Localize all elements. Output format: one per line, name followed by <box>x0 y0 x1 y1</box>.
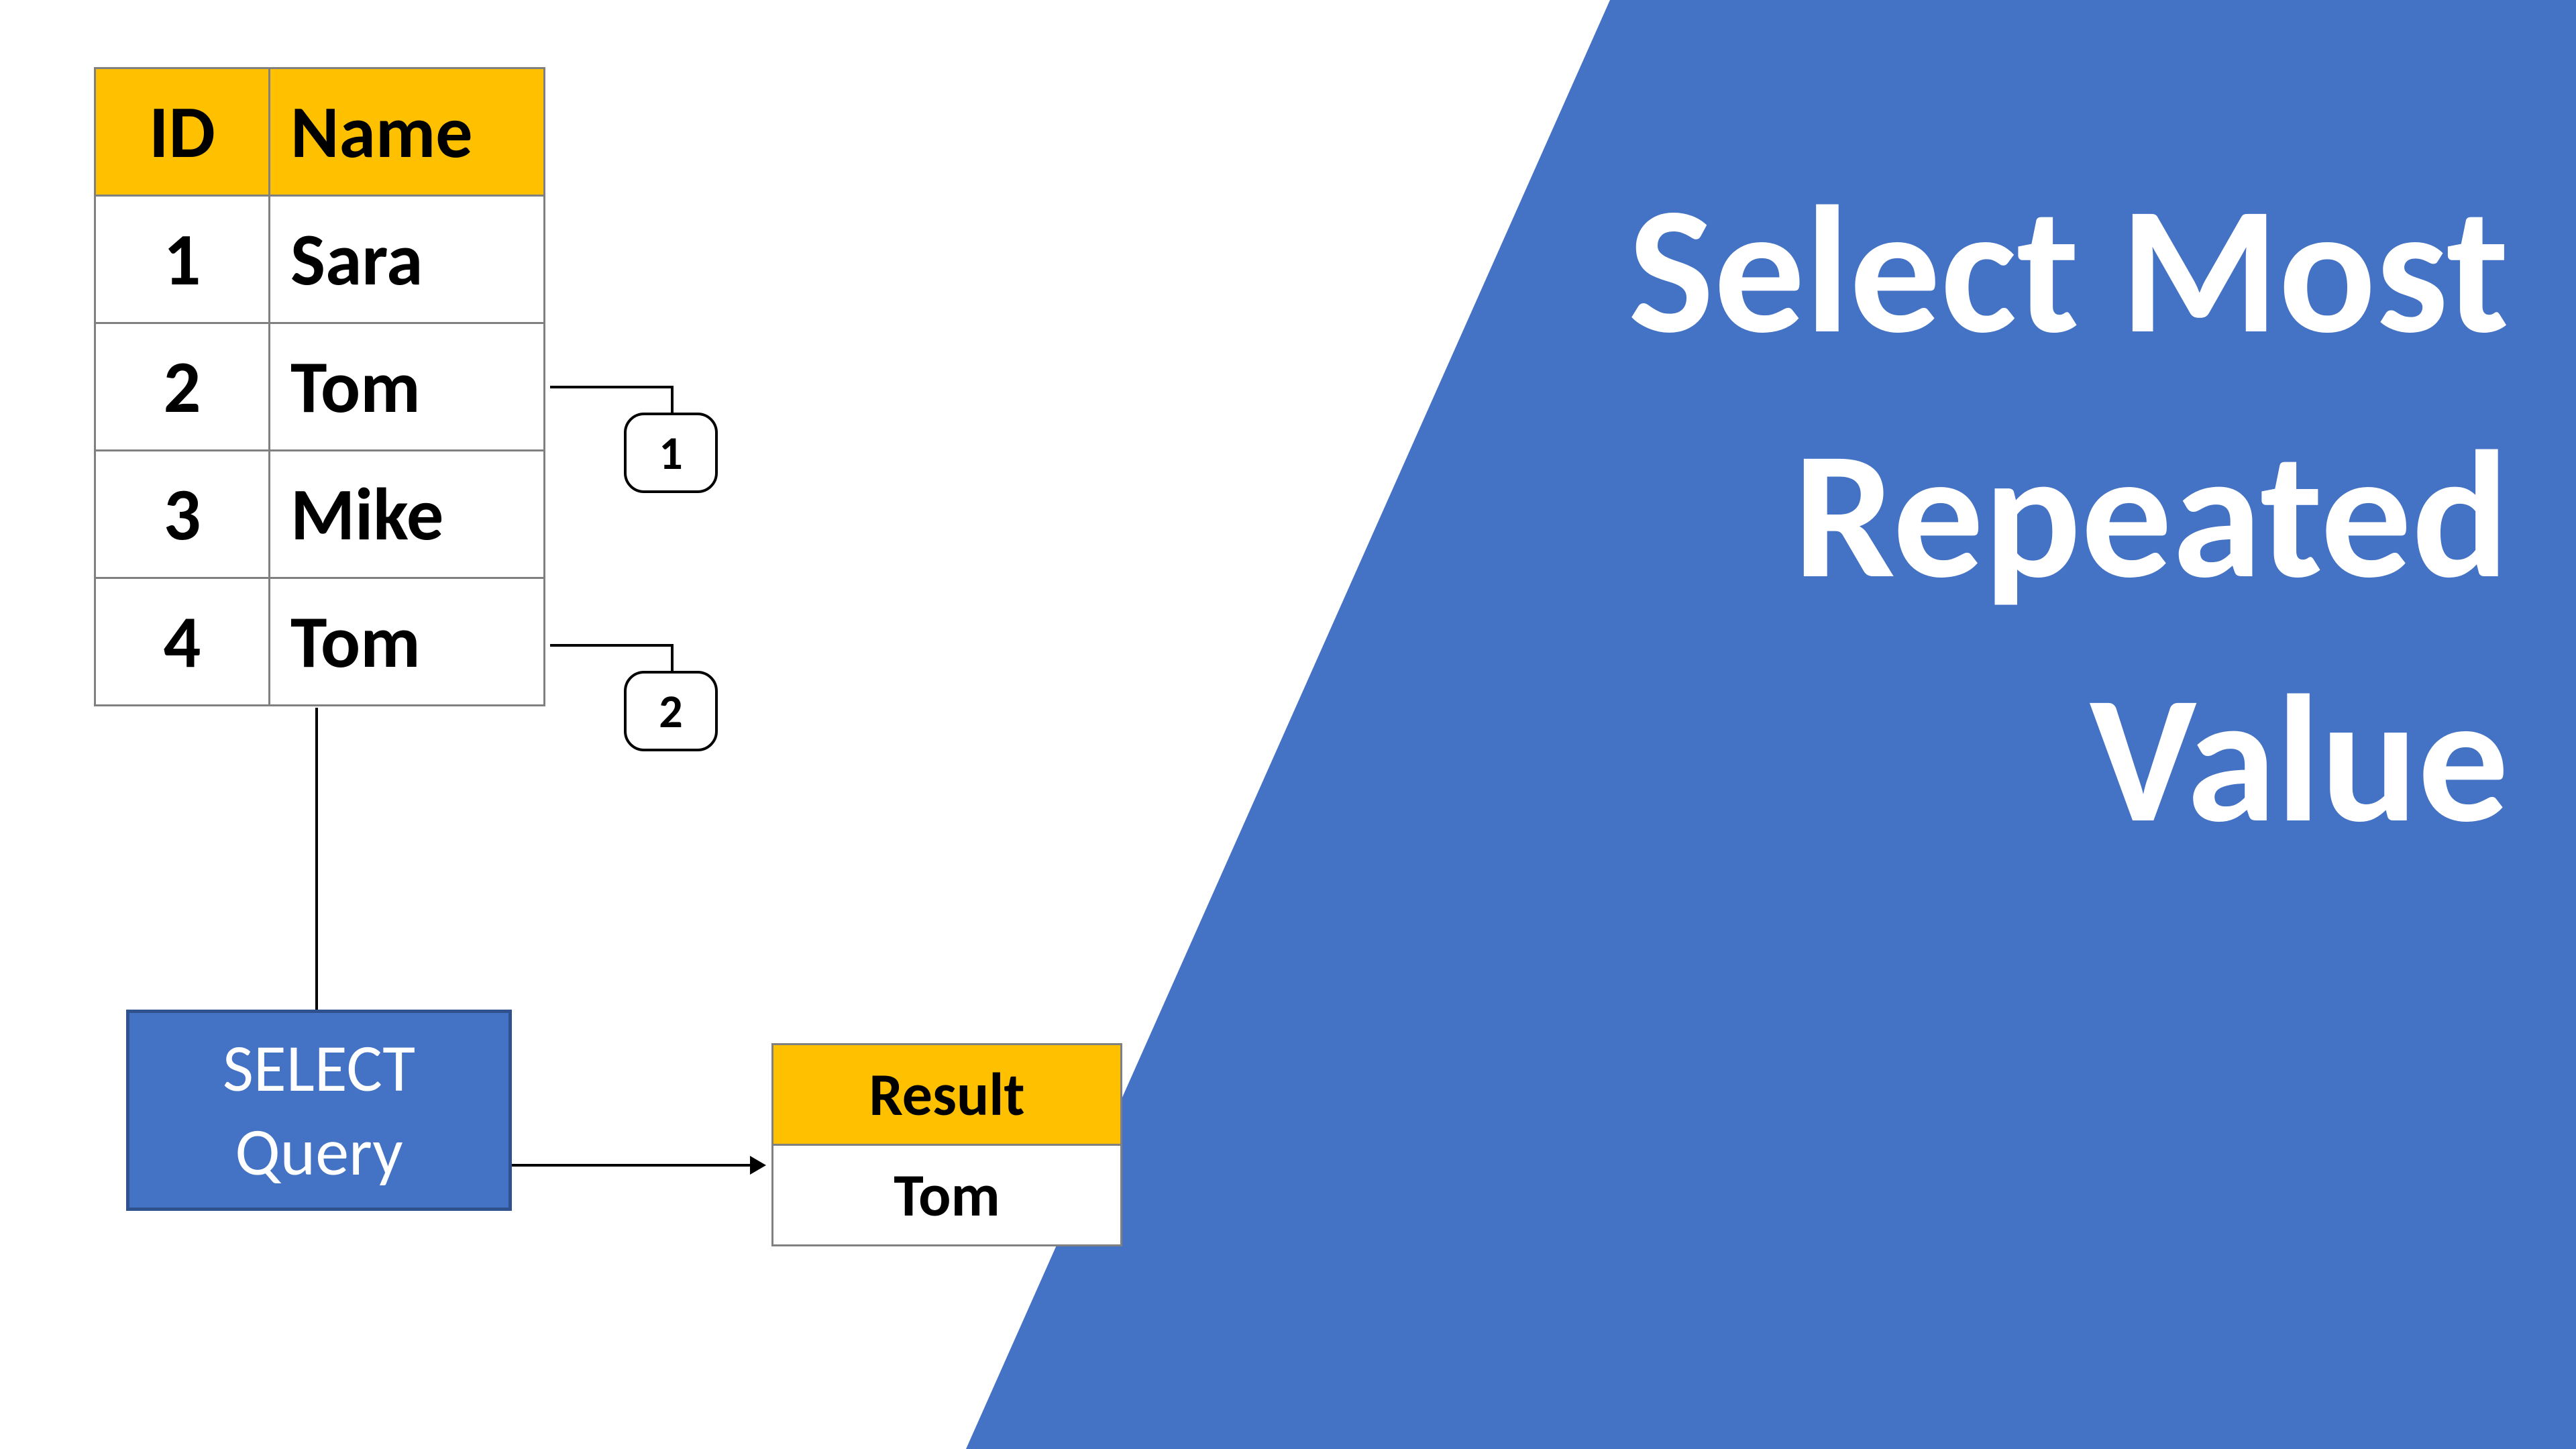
table-row: 2 Tom <box>95 323 545 451</box>
count-badge-1-value: 1 <box>659 424 682 482</box>
cell-id: 2 <box>95 323 270 451</box>
table-header-row: ID Name <box>95 68 545 196</box>
cell-id: 4 <box>95 578 270 706</box>
header-id: ID <box>95 68 270 196</box>
result-table: Result Tom <box>771 1043 1122 1246</box>
badge-2-connector-vertical <box>671 644 674 671</box>
cell-name: Mike <box>270 451 545 578</box>
cell-id: 1 <box>95 196 270 323</box>
badge-2-connector-horizontal <box>550 644 671 647</box>
input-data-table: ID Name 1 Sara 2 Tom 3 Mike 4 Tom <box>94 67 545 706</box>
cell-name: Sara <box>270 196 545 323</box>
cell-id: 3 <box>95 451 270 578</box>
query-to-result-arrowhead <box>750 1156 766 1175</box>
header-name: Name <box>270 68 545 196</box>
table-row: 3 Mike <box>95 451 545 578</box>
title-line-1: Select Most <box>1628 148 2509 392</box>
table-row: 1 Sara <box>95 196 545 323</box>
table-to-query-connector <box>315 708 318 1010</box>
result-header: Result <box>773 1044 1122 1145</box>
title-line-3: Value <box>1628 637 2509 881</box>
count-badge-1: 1 <box>624 413 718 493</box>
slide-title: Select Most Repeated Value <box>1628 148 2509 881</box>
result-header-row: Result <box>773 1044 1122 1145</box>
title-line-2: Repeated <box>1628 392 2509 637</box>
cell-name: Tom <box>270 323 545 451</box>
result-value: Tom <box>773 1145 1122 1246</box>
table-row: 4 Tom <box>95 578 545 706</box>
badge-1-connector-horizontal <box>550 386 671 388</box>
select-query-box: SELECT Query <box>126 1010 512 1211</box>
query-line-2: Query <box>235 1110 402 1194</box>
badge-1-connector-vertical <box>671 386 674 413</box>
count-badge-2: 2 <box>624 671 718 751</box>
query-to-result-connector <box>512 1164 753 1167</box>
cell-name: Tom <box>270 578 545 706</box>
query-line-1: SELECT <box>223 1026 415 1110</box>
result-row: Tom <box>773 1145 1122 1246</box>
count-badge-2-value: 2 <box>659 682 682 740</box>
